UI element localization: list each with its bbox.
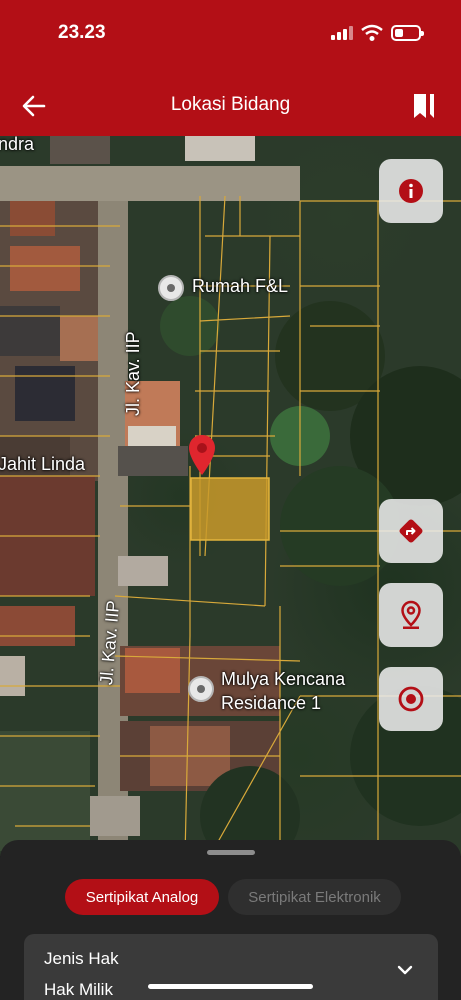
target-icon [398,686,424,712]
poi-label[interactable]: Mulya Kencana [221,669,345,690]
info-icon [399,179,423,203]
page-title: Lokasi Bidang [170,94,291,115]
info-card-label: Jenis Hak [44,949,119,968]
status-time: 23.23 [58,22,106,43]
info-button[interactable] [379,159,443,223]
chevron-down-icon[interactable] [395,960,415,980]
jenis-hak-card[interactable]: Jenis Hak Hak Milik [24,934,438,1000]
poi-label[interactable]: Residance 1 [221,693,321,714]
directions-button[interactable] [379,499,443,563]
map-view[interactable]: ndra Jl. Kav. IIP Jl. Kav. IIP Jahit Lin… [0,136,461,856]
target-button[interactable] [379,667,443,731]
battery-icon [391,25,424,41]
map-label-shop: Jahit Linda [0,454,86,474]
tab-sertipikat-elektronik[interactable]: Sertipikat Elektronik [228,879,401,915]
location-pin-icon [401,600,421,629]
poi-marker-icon[interactable] [158,275,184,301]
directions-icon [399,519,423,543]
poi-label[interactable]: Rumah F&L [192,276,288,297]
sheet-drag-handle[interactable] [207,850,255,855]
info-card-value: Hak Milik [44,980,113,999]
street-label: Jl. Kav. IIP [123,331,143,416]
bottom-sheet[interactable]: Sertipikat Analog Sertipikat Elektronik … [0,840,461,1000]
bookmark-icon[interactable] [408,90,440,122]
map-label-partial: ndra [0,136,35,154]
poi-marker-icon[interactable] [188,676,214,702]
home-indicator [148,984,313,989]
signal-icon [331,26,353,40]
location-pin-marker-icon[interactable] [187,434,217,476]
location-button[interactable] [379,583,443,647]
tab-sertipikat-analog[interactable]: Sertipikat Analog [65,879,219,915]
app-header: 23.23 Lokasi Bidang [0,0,461,136]
satellite-imagery [0,136,461,856]
nav-bar: Lokasi Bidang [0,80,461,134]
status-bar: 23.23 [0,0,461,66]
wifi-icon [361,24,383,41]
